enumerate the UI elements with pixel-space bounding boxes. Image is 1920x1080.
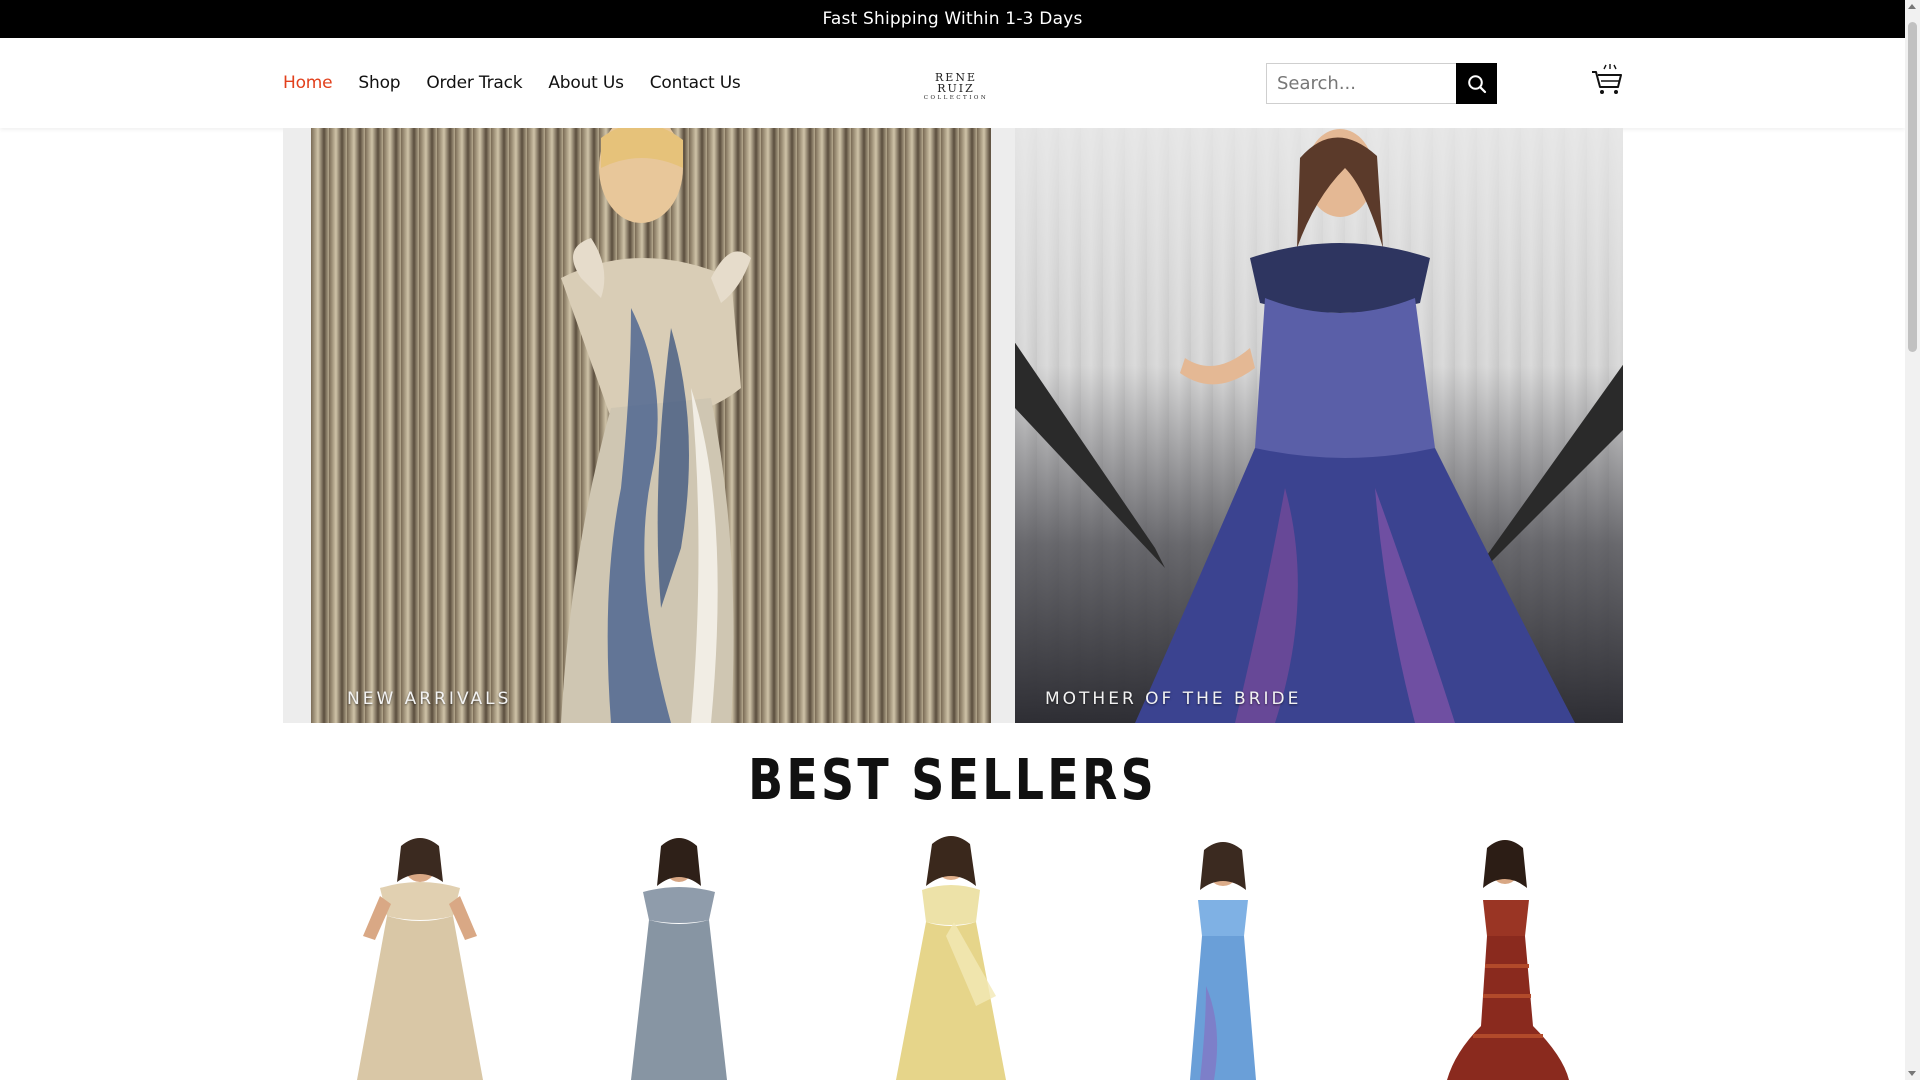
mother-of-the-bride-label: MOTHER OF THE BRIDE <box>1045 689 1302 709</box>
model-image-right <box>1015 129 1623 723</box>
product-card-1[interactable] <box>283 836 523 1080</box>
announcement-bar: Fast Shipping Within 1-3 Days <box>0 0 1905 38</box>
product-image-4 <box>1190 842 1256 1080</box>
model-image-left <box>561 128 751 723</box>
new-arrivals-panel[interactable]: NEW ARRIVALS <box>311 128 991 723</box>
scroll-down-arrow[interactable] <box>1908 1071 1916 1076</box>
best-sellers-title: BEST SELLERS <box>748 748 1157 813</box>
new-arrivals-label: NEW ARRIVALS <box>347 689 512 709</box>
scrollbar-thumb[interactable] <box>1908 22 1917 352</box>
product-card-3[interactable] <box>826 836 1066 1080</box>
search-form <box>1266 63 1497 104</box>
cart-icon <box>1592 64 1622 94</box>
nav-home[interactable]: Home <box>283 73 333 93</box>
best-sellers-grid <box>283 836 1623 1080</box>
nav-about-us[interactable]: About Us <box>548 73 624 93</box>
product-card-5[interactable] <box>1373 836 1613 1080</box>
nav-shop[interactable]: Shop <box>358 73 400 93</box>
page-scrollbar[interactable] <box>1905 0 1920 1080</box>
search-button[interactable] <box>1456 63 1497 104</box>
mother-of-the-bride-panel[interactable]: MOTHER OF THE BRIDE <box>1015 128 1623 723</box>
hero-banner: NEW ARRIVALS MOTHER OF THE BRIDE <box>283 128 1623 723</box>
cart-button[interactable] <box>1590 63 1624 97</box>
product-image-2 <box>631 838 727 1080</box>
product-image-1 <box>357 838 483 1080</box>
nav-contact-us[interactable]: Contact Us <box>650 73 741 93</box>
product-image-5 <box>1447 840 1569 1080</box>
logo-name: RENE RUIZ <box>935 71 977 95</box>
scroll-up-arrow[interactable] <box>1908 4 1916 9</box>
search-icon <box>1467 74 1486 93</box>
announcement-text: Fast Shipping Within 1-3 Days <box>822 9 1083 29</box>
search-input[interactable] <box>1266 63 1456 104</box>
site-logo[interactable]: RENE RUIZ COLLECTION <box>916 71 996 101</box>
site-header: Home Shop Order Track About Us Contact U… <box>0 38 1905 128</box>
main-nav: Home Shop Order Track About Us Contact U… <box>283 38 767 128</box>
product-image-3 <box>896 836 1006 1080</box>
nav-order-track[interactable]: Order Track <box>426 73 522 93</box>
logo-sub: COLLECTION <box>923 95 989 101</box>
product-card-4[interactable] <box>1096 836 1336 1080</box>
product-card-2[interactable] <box>551 836 791 1080</box>
